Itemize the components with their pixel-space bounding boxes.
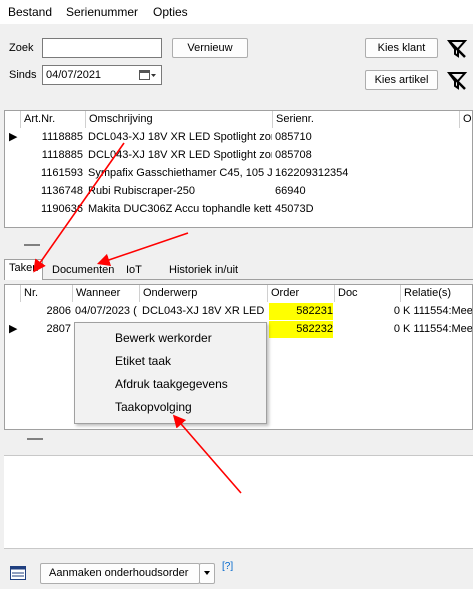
col-nr-header[interactable]: Nr. xyxy=(21,285,73,302)
tab-documenten[interactable]: Documenten xyxy=(48,262,118,279)
cell-nr: 2806 xyxy=(46,305,71,317)
cell-serienr: 085710 xyxy=(275,131,312,143)
cell-artnr: 1190636 xyxy=(40,203,83,215)
since-label: Sinds xyxy=(9,69,37,81)
cell-order: 582232 xyxy=(269,321,333,338)
refresh-button[interactable]: Vernieuw xyxy=(172,38,248,58)
menu-item-afdruk-taakgegevens[interactable]: Afdruk taakgegevens xyxy=(115,377,228,391)
cell-artnr: 1118885 xyxy=(41,131,83,143)
menu-bar: Bestand Serienummer Opties xyxy=(0,0,473,24)
splitter-handle[interactable] xyxy=(24,244,40,246)
serials-indicator-header xyxy=(5,111,21,128)
current-row-icon: ▶ xyxy=(9,131,18,143)
choose-article-button[interactable]: Kies artikel xyxy=(365,70,438,90)
cell-nr: 2807 xyxy=(46,323,71,335)
serials-grid[interactable]: Art.Nr. Omschrijving Serienr. O ▶ 111888… xyxy=(4,110,473,228)
since-date-value: 04/07/2021 xyxy=(46,69,102,81)
col-serienr-header[interactable]: Serienr. xyxy=(273,111,460,128)
cell-omschrijving: DCL043-XJ 18V XR LED Spotlight zond xyxy=(88,149,272,161)
menu-item-taakopvolging[interactable]: Taakopvolging xyxy=(115,400,192,414)
cell-artnr: 1136748 xyxy=(40,185,83,197)
table-row[interactable]: 1190636 Makita DUC306Z Accu tophandle ke… xyxy=(5,201,472,218)
col-relaties-header[interactable]: Relatie(s) xyxy=(401,285,472,302)
tab-historiek[interactable]: Historiek in/uit xyxy=(165,262,242,279)
arrow-to-tab-documenten xyxy=(96,232,189,266)
context-menu: Bewerk werkorder Etiket taak Afdruk taak… xyxy=(74,322,267,424)
help-link[interactable]: [?] xyxy=(222,561,233,572)
cell-serienr: 66940 xyxy=(275,185,306,197)
table-row[interactable]: 1118885 DCL043-XJ 18V XR LED Spotlight z… xyxy=(5,147,472,164)
menu-opties[interactable]: Opties xyxy=(153,5,188,19)
table-row[interactable]: 2806 04/07/2023 ( DCL043-XJ 18V XR LED S… xyxy=(5,303,472,320)
col-doc-header[interactable]: Doc xyxy=(335,285,401,302)
cell-serienr: 085708 xyxy=(275,149,312,161)
col-artnr-header[interactable]: Art.Nr. xyxy=(21,111,86,128)
col-omschrijving-header[interactable]: Omschrijving xyxy=(86,111,273,128)
search-input[interactable] xyxy=(42,38,162,58)
menu-serienummer[interactable]: Serienummer xyxy=(66,5,138,19)
splitter-handle-lower[interactable] xyxy=(27,438,43,440)
cell-order: 582231 xyxy=(269,303,333,320)
cell-onderwerp: DCL043-XJ 18V XR LED Sp xyxy=(142,305,267,317)
col-o-header[interactable]: O xyxy=(460,111,472,128)
col-onderwerp-header[interactable]: Onderwerp xyxy=(140,285,268,302)
cell-relaties: K 111554:Mee xyxy=(403,305,473,317)
cell-doc: 0 xyxy=(393,305,400,317)
cell-artnr: 1161593 xyxy=(40,167,83,179)
grid-view-icon[interactable] xyxy=(10,566,26,580)
menu-item-bewerk-werkorder[interactable]: Bewerk werkorder xyxy=(115,331,212,345)
calendar-dropdown-icon[interactable] xyxy=(139,69,157,81)
cell-relaties: K 111554:Mee xyxy=(403,323,473,335)
table-row[interactable]: ▶ 1118885 DCL043-XJ 18V XR LED Spotlight… xyxy=(5,129,472,146)
action-dropdown-button[interactable] xyxy=(199,563,215,584)
cell-omschrijving: Sympafix Gasschiethamer C45, 105 Jc xyxy=(88,167,272,179)
cell-serienr: 45073D xyxy=(275,203,314,215)
details-panel xyxy=(4,455,473,549)
cell-omschrijving: DCL043-XJ 18V XR LED Spotlight zond xyxy=(88,131,272,143)
col-order-header[interactable]: Order xyxy=(268,285,335,302)
table-row[interactable]: 1136748 Rubi Rubiscraper-250 66940 xyxy=(5,183,472,200)
cell-wanneer: 04/07/2023 ( xyxy=(75,305,137,317)
tab-taken[interactable]: Taken xyxy=(4,259,44,280)
menu-bestand[interactable]: Bestand xyxy=(8,5,52,19)
search-label: Zoek xyxy=(9,42,34,54)
create-maintenance-order-button[interactable]: Aanmaken onderhoudsorder xyxy=(40,563,200,584)
since-date-field[interactable]: 04/07/2021 xyxy=(42,65,162,85)
current-row-icon: ▶ xyxy=(9,323,18,335)
clear-article-filter-icon[interactable] xyxy=(446,70,468,92)
cell-omschrijving: Makita DUC306Z Accu tophandle ketti xyxy=(88,203,272,215)
cell-artnr: 1118885 xyxy=(41,149,83,161)
cell-omschrijving: Rubi Rubiscraper-250 xyxy=(88,185,195,197)
cell-serienr: 162209312354 xyxy=(275,167,349,179)
tab-iot[interactable]: IoT xyxy=(122,262,146,279)
tab-strip-line xyxy=(4,279,473,280)
menu-item-etiket-taak[interactable]: Etiket taak xyxy=(115,354,171,368)
choose-client-button[interactable]: Kies klant xyxy=(365,38,438,58)
cell-doc: 0 xyxy=(393,323,400,335)
clear-client-filter-icon[interactable] xyxy=(446,38,468,60)
tasks-indicator-header xyxy=(5,285,21,302)
col-wanneer-header[interactable]: Wanneer xyxy=(73,285,140,302)
table-row[interactable]: 1161593 Sympafix Gasschiethamer C45, 105… xyxy=(5,165,472,182)
